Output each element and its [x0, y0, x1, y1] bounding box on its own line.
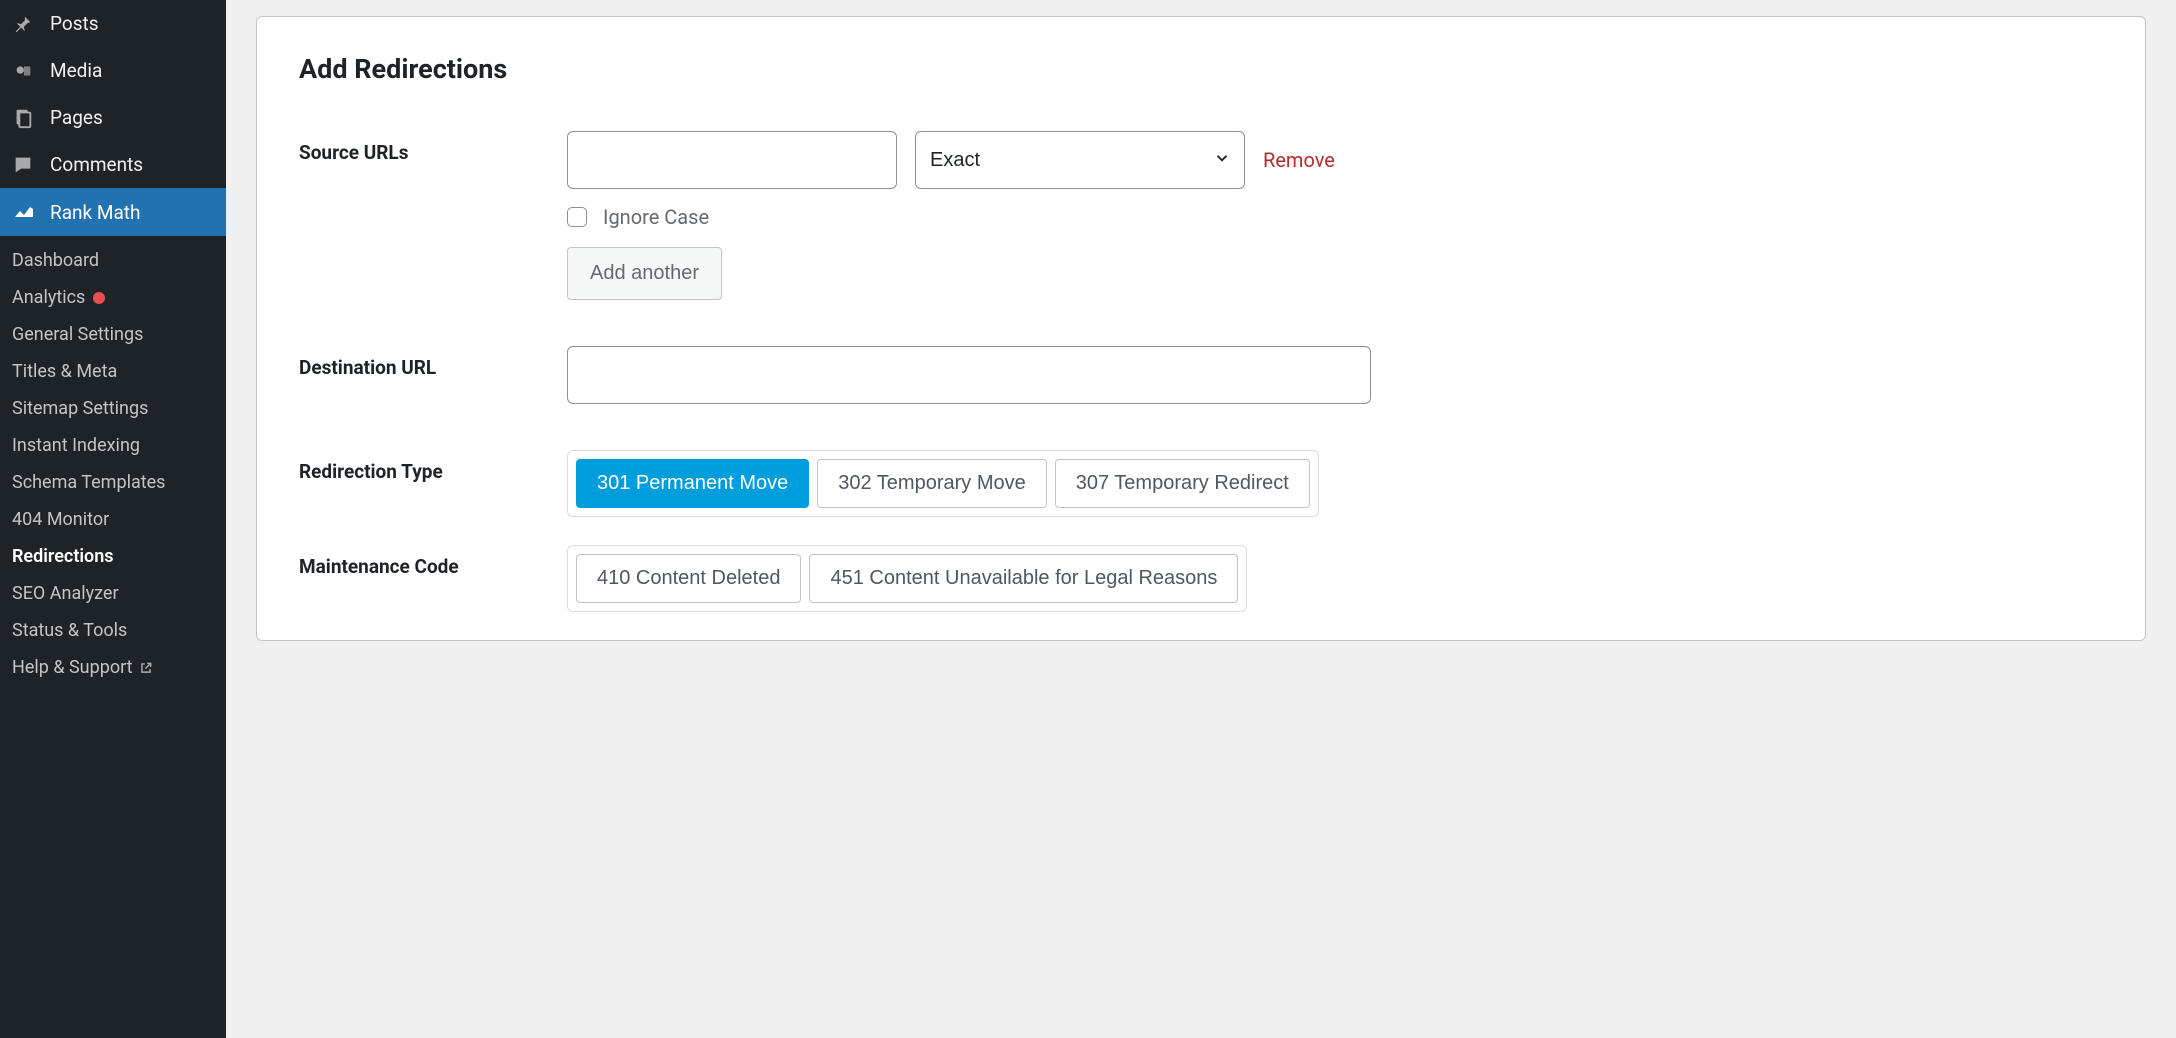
sidebar-item-label: Pages [50, 106, 103, 129]
sidebar-item-label: Rank Math [50, 201, 140, 224]
pages-icon [12, 107, 40, 129]
match-type-select[interactable]: Exact [915, 131, 1245, 189]
notification-dot-icon [93, 292, 105, 304]
maintenance-code-row: Maintenance Code 410 Content Deleted 451… [299, 545, 2103, 612]
sidebar-item-media[interactable]: Media [0, 47, 226, 94]
maintenance-code-label: Maintenance Code [299, 545, 567, 578]
subitem-help-support[interactable]: Help & Support [0, 649, 226, 686]
redirection-type-group: 301 Permanent Move 302 Temporary Move 30… [567, 450, 1319, 517]
subitem-seo-analyzer[interactable]: SEO Analyzer [0, 575, 226, 612]
maintenance-code-group: 410 Content Deleted 451 Content Unavaila… [567, 545, 1247, 612]
subitem-analytics[interactable]: Analytics [0, 279, 226, 316]
subitem-sitemap-settings[interactable]: Sitemap Settings [0, 390, 226, 427]
pin-icon [12, 13, 40, 35]
ignore-case-checkbox[interactable] [567, 207, 587, 227]
main-content: Add Redirections Source URLs Exact Remov… [226, 0, 2176, 1038]
sidebar-item-label: Media [50, 59, 102, 82]
subitem-general-settings[interactable]: General Settings [0, 316, 226, 353]
sidebar-submenu: Dashboard Analytics General Settings Tit… [0, 236, 226, 698]
subitem-404-monitor[interactable]: 404 Monitor [0, 501, 226, 538]
add-redirections-panel: Add Redirections Source URLs Exact Remov… [256, 16, 2146, 641]
external-link-icon [139, 661, 153, 675]
source-urls-row: Source URLs Exact Remove [299, 131, 2103, 300]
destination-url-row: Destination URL [299, 346, 2103, 404]
panel-title: Add Redirections [299, 53, 2103, 85]
comment-icon [12, 154, 40, 176]
sidebar-item-label: Comments [50, 153, 143, 176]
sidebar-item-pages[interactable]: Pages [0, 94, 226, 141]
subitem-schema-templates[interactable]: Schema Templates [0, 464, 226, 501]
redirection-type-301[interactable]: 301 Permanent Move [576, 459, 809, 508]
ignore-case-label: Ignore Case [603, 205, 709, 229]
subitem-instant-indexing[interactable]: Instant Indexing [0, 427, 226, 464]
subitem-dashboard[interactable]: Dashboard [0, 242, 226, 279]
sidebar-item-rank-math[interactable]: Rank Math [0, 188, 226, 236]
redirection-type-307[interactable]: 307 Temporary Redirect [1055, 459, 1310, 508]
chart-icon [12, 200, 40, 224]
add-another-button[interactable]: Add another [567, 247, 722, 300]
destination-url-label: Destination URL [299, 346, 567, 379]
redirection-type-row: Redirection Type 301 Permanent Move 302 … [299, 450, 2103, 517]
admin-sidebar: Posts Media Pages Comments Rank Math [0, 0, 226, 1038]
redirection-type-label: Redirection Type [299, 450, 567, 483]
sidebar-item-posts[interactable]: Posts [0, 0, 226, 47]
media-icon [12, 60, 40, 82]
subitem-status-tools[interactable]: Status & Tools [0, 612, 226, 649]
maintenance-code-410[interactable]: 410 Content Deleted [576, 554, 801, 603]
source-url-input[interactable] [567, 131, 897, 189]
remove-source-link[interactable]: Remove [1263, 148, 1335, 172]
source-urls-label: Source URLs [299, 131, 567, 164]
redirection-type-302[interactable]: 302 Temporary Move [817, 459, 1047, 508]
subitem-titles-meta[interactable]: Titles & Meta [0, 353, 226, 390]
subitem-redirections[interactable]: Redirections [0, 538, 226, 575]
maintenance-code-451[interactable]: 451 Content Unavailable for Legal Reason… [809, 554, 1238, 603]
destination-url-input[interactable] [567, 346, 1371, 404]
sidebar-item-comments[interactable]: Comments [0, 141, 226, 188]
sidebar-item-label: Posts [50, 12, 99, 35]
